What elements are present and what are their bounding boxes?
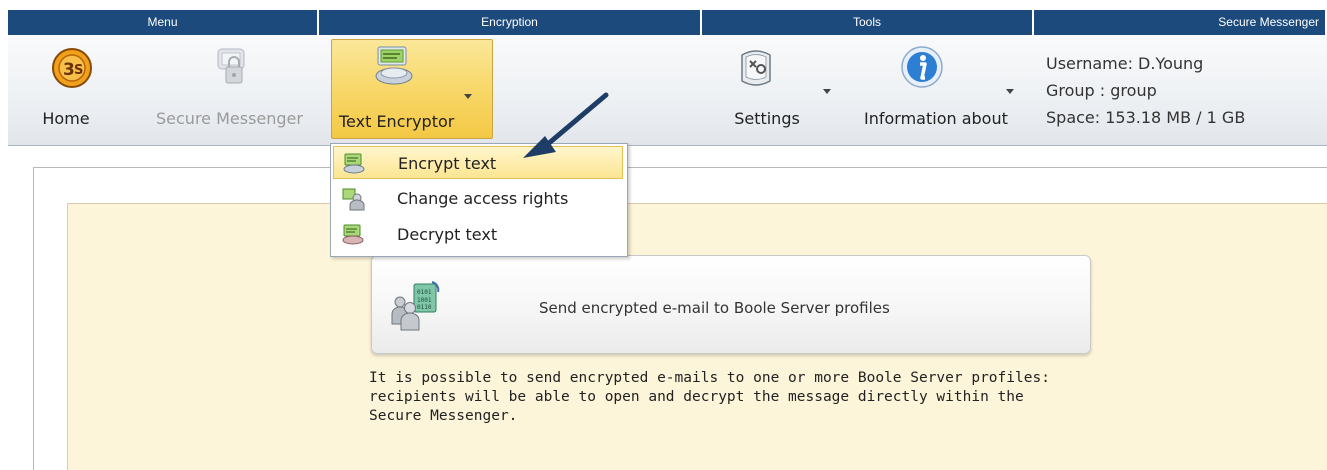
encrypt-text-icon (343, 153, 365, 174)
information-about-button[interactable]: Information about (854, 39, 1032, 139)
group-menu: Menu 3 S Home Secure Messenger (8, 10, 320, 146)
svg-text:1001: 1001 (417, 297, 432, 304)
settings-icon (741, 50, 771, 86)
menu-item-change-access-rights[interactable]: Change access rights (333, 182, 623, 215)
account-info: Username: D.Young Group : group Space: 1… (1046, 50, 1245, 131)
ribbon: Menu 3 S Home Secure Messenger Encryptio… (8, 10, 1327, 146)
change-access-rights-label: Change access rights (397, 189, 569, 208)
secure-messenger-button[interactable]: Secure Messenger (148, 39, 313, 139)
group-tools: Tools Settings Information about (702, 10, 1035, 146)
svg-text:S: S (74, 63, 83, 78)
decrypt-text-label: Decrypt text (397, 225, 498, 244)
send-encrypted-email-button[interactable]: 0101 1001 0110 Send encrypted e-mail to … (371, 255, 1091, 354)
description-line: recipients will be able to open and decr… (369, 389, 1024, 405)
settings-caret-icon (823, 89, 831, 94)
home-label: Home (42, 109, 90, 128)
group-secure-messenger: Secure Messenger Username: D.Young Group… (1034, 10, 1327, 146)
username-text: Username: D.Young (1046, 54, 1204, 73)
group-encryption-title: Encryption (319, 10, 702, 35)
text-encryptor-dropdown: Encrypt text Change access rights Decryp… (330, 143, 628, 257)
information-caret-icon (1006, 89, 1014, 94)
info-icon (901, 46, 943, 88)
group-menu-title: Menu (8, 10, 319, 35)
settings-label: Settings (734, 109, 800, 128)
group-encryption: Encryption Text Encryptor (319, 10, 703, 146)
home-button[interactable]: 3 S Home (28, 39, 128, 139)
svg-text:0101: 0101 (417, 289, 432, 296)
decrypt-text-icon (342, 224, 364, 245)
encrypt-text-label: Encrypt text (398, 154, 497, 173)
description-line: It is possible to send encrypted e-mails… (369, 370, 1050, 386)
group-email-icon: 0101 1001 0110 (391, 281, 440, 331)
secure-messenger-label: Secure Messenger (156, 109, 303, 128)
description-line: Secure Messenger. (369, 408, 518, 424)
settings-button[interactable]: Settings (712, 39, 842, 139)
description-text: It is possible to send encrypted e-mails… (369, 369, 1089, 426)
svg-text:0110: 0110 (417, 304, 432, 311)
group-text: Group : group (1046, 81, 1157, 100)
access-rights-icon (342, 188, 365, 211)
space-text: Space: 153.18 MB / 1 GB (1046, 108, 1246, 127)
information-about-label: Information about (864, 109, 1008, 128)
home-logo-icon: 3 S (52, 48, 92, 88)
secure-messenger-icon (217, 48, 245, 84)
text-encryptor-icon (375, 46, 413, 85)
send-encrypted-email-label: Send encrypted e-mail to Boole Server pr… (539, 299, 890, 317)
menu-item-decrypt-text[interactable]: Decrypt text (333, 218, 623, 251)
menu-item-encrypt-text[interactable]: Encrypt text (333, 146, 623, 179)
text-encryptor-caret-icon (464, 94, 472, 99)
text-encryptor-label: Text Encryptor (339, 112, 455, 131)
group-tools-title: Tools (702, 10, 1034, 35)
text-encryptor-button[interactable]: Text Encryptor (331, 39, 493, 139)
group-secure-messenger-title: Secure Messenger (1034, 10, 1327, 35)
